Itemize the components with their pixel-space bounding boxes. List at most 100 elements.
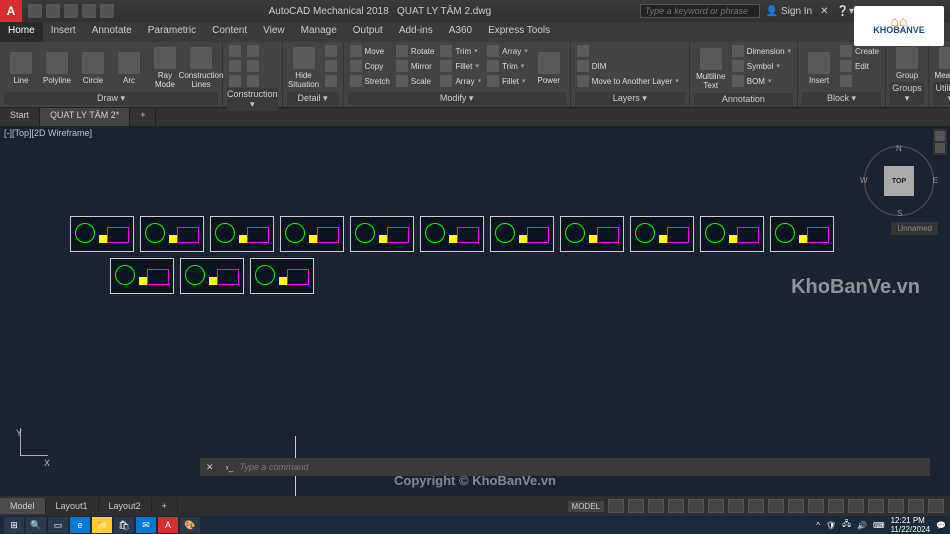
stretch-button[interactable]: Stretch (348, 74, 392, 88)
tray-lang-icon[interactable]: ⌨ (873, 521, 885, 530)
cons-btn-3[interactable] (227, 74, 243, 88)
fillet-button[interactable]: Fillet (438, 59, 483, 73)
group-button[interactable]: Group (890, 44, 924, 82)
status-annoscale-icon[interactable] (788, 499, 804, 513)
tray-chevron-icon[interactable]: ^ (816, 521, 820, 530)
status-units-icon[interactable] (848, 499, 864, 513)
drawing-sheet[interactable] (140, 216, 204, 252)
tray-network-icon[interactable]: 🖧 (842, 518, 851, 532)
paint-icon[interactable]: 🎨 (180, 517, 200, 533)
status-osnap-icon[interactable] (688, 499, 704, 513)
layout-unnamed-label[interactable]: Unnamed (891, 222, 938, 235)
doc-tab-file[interactable]: QUAT LY TÂM 2* (40, 108, 130, 126)
rotate-button[interactable]: Rotate (394, 44, 437, 58)
viewcube-face[interactable]: TOP (884, 166, 914, 196)
drawing-sheet[interactable] (210, 216, 274, 252)
layer-dim-select[interactable]: DIM (575, 59, 685, 73)
qat-redo-icon[interactable] (100, 4, 114, 18)
construction-lines-button[interactable]: Construction Lines (184, 44, 218, 92)
status-custom-icon[interactable] (928, 499, 944, 513)
cons-btn-1[interactable] (227, 44, 243, 58)
dimension-button[interactable]: Dimension (730, 44, 793, 58)
tab-home[interactable]: Home (0, 22, 43, 42)
tab-view[interactable]: View (255, 22, 293, 42)
array-button[interactable]: Array (438, 74, 483, 88)
panel-block-title[interactable]: Block ▾ (802, 92, 881, 105)
layout-tab-1[interactable]: Layout1 (46, 498, 99, 514)
nav-pan-icon[interactable] (935, 143, 945, 153)
drawing-canvas[interactable]: [-][Top][2D Wireframe] TOP N S E W Unnam… (0, 126, 950, 496)
explorer-icon[interactable]: 📁 (92, 517, 112, 533)
edge-icon[interactable]: e (70, 517, 90, 533)
layout-tab-add[interactable]: + (152, 498, 178, 514)
status-model-badge[interactable]: MODEL (568, 501, 604, 512)
tray-notifications-icon[interactable]: 💬 (936, 521, 946, 530)
viewcube-n[interactable]: N (896, 144, 902, 153)
cons-btn-5[interactable] (245, 59, 261, 73)
line-button[interactable]: Line (4, 44, 38, 92)
cons-btn-4[interactable] (245, 44, 261, 58)
layer-props-button[interactable] (575, 44, 685, 58)
status-otrack-icon[interactable] (708, 499, 724, 513)
hide-situation-button[interactable]: Hide Situation (287, 44, 321, 92)
mirror-button[interactable]: Mirror (394, 59, 437, 73)
drawing-sheet[interactable] (350, 216, 414, 252)
scale-button[interactable]: Scale (394, 74, 437, 88)
drawing-sheet[interactable] (420, 216, 484, 252)
panel-utilities-title[interactable]: Utilities ▾ (933, 82, 950, 105)
qat-save-icon[interactable] (64, 4, 78, 18)
qat-new-icon[interactable] (28, 4, 42, 18)
bom-button[interactable]: BOM (730, 74, 793, 88)
status-workspace-icon[interactable] (808, 499, 824, 513)
drawing-sheet[interactable] (560, 216, 624, 252)
edit-block-button[interactable]: Edit (838, 59, 881, 73)
doc-tab-start[interactable]: Start (0, 108, 40, 126)
copy-button[interactable]: Copy (348, 59, 392, 73)
status-ortho-icon[interactable] (648, 499, 664, 513)
tab-content[interactable]: Content (204, 22, 255, 42)
nav-full-icon[interactable] (935, 131, 945, 141)
tab-insert[interactable]: Insert (43, 22, 84, 42)
panel-layers-title[interactable]: Layers ▾ (575, 92, 685, 105)
drawing-sheet[interactable] (700, 216, 764, 252)
status-monitor-icon[interactable] (828, 499, 844, 513)
detail-btn-3[interactable] (323, 74, 339, 88)
arc-button[interactable]: Arc (112, 44, 146, 92)
tab-addins[interactable]: Add-ins (391, 22, 441, 42)
block-btn-3[interactable] (838, 74, 881, 88)
search-input[interactable] (640, 4, 760, 18)
status-isolate-icon[interactable] (868, 499, 884, 513)
status-grid-icon[interactable] (608, 499, 624, 513)
tray-clock[interactable]: 12:21 PM11/22/2024 (891, 516, 930, 534)
power-modify-button[interactable]: Power (532, 44, 566, 92)
modify-array-button[interactable]: Array (485, 44, 530, 58)
status-snap-icon[interactable] (628, 499, 644, 513)
command-input[interactable] (240, 462, 930, 472)
viewcube-e[interactable]: E (933, 176, 938, 185)
drawing-sheet[interactable] (630, 216, 694, 252)
tab-parametric[interactable]: Parametric (140, 22, 204, 42)
tab-a360[interactable]: A360 (441, 22, 480, 42)
status-transparency-icon[interactable] (748, 499, 764, 513)
panel-groups-title[interactable]: Groups ▾ (890, 82, 924, 105)
create-block-button[interactable]: Create (838, 44, 881, 58)
cons-btn-6[interactable] (245, 74, 261, 88)
symbol-button[interactable]: Symbol (730, 59, 793, 73)
modify-fillet-button[interactable]: Fillet (485, 74, 530, 88)
circle-button[interactable]: Circle (76, 44, 110, 92)
viewcube-w[interactable]: W (860, 176, 868, 185)
drawing-sheet[interactable] (110, 258, 174, 294)
drawing-sheet[interactable] (180, 258, 244, 294)
task-view-icon[interactable]: ▭ (48, 517, 68, 533)
ray-mode-button[interactable]: Ray Mode (148, 44, 182, 92)
panel-construction-title[interactable]: Construction ▾ (227, 88, 278, 111)
trim-button[interactable]: Trim (438, 44, 483, 58)
status-lwt-icon[interactable] (728, 499, 744, 513)
drawing-sheet[interactable] (770, 216, 834, 252)
status-cycling-icon[interactable] (768, 499, 784, 513)
detail-btn-1[interactable] (323, 44, 339, 58)
layout-tab-2[interactable]: Layout2 (99, 498, 152, 514)
autocad-taskbar-icon[interactable]: A (158, 517, 178, 533)
panel-modify-title[interactable]: Modify ▾ (348, 92, 566, 105)
cmdline-close-icon[interactable]: ✕ (200, 462, 220, 473)
